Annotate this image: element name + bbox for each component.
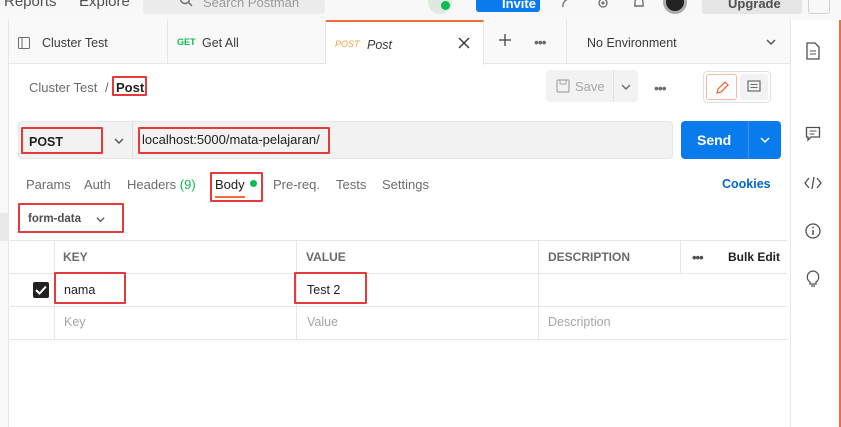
invite-label: Invite [502,0,536,11]
body-active-dot [250,180,257,187]
tab-headers-label: Headers [127,177,177,192]
breadcrumb-current[interactable]: Post [116,80,144,95]
tab-params[interactable]: Params [26,177,71,192]
table-border [10,306,787,307]
avatar[interactable] [663,0,687,14]
tab-body[interactable]: Body [215,177,245,192]
sync-status-icon[interactable] [428,0,452,14]
edit-mode-button[interactable] [706,74,737,100]
app-header: Reports Explore Search Postman Invite Up… [0,0,841,20]
collection-icon [18,37,30,49]
chevron-down-icon[interactable] [113,135,125,147]
tab-post[interactable]: POST Post [326,20,484,65]
table-column-divider [538,240,539,339]
nav-explore[interactable]: Explore [79,0,130,10]
upgrade-label: Upgrade [728,0,781,11]
divider [748,121,749,159]
environment-label: No Environment [587,36,677,50]
new-value-input[interactable]: Value [307,315,338,329]
bell-icon[interactable] [632,0,646,10]
table-border [10,339,787,340]
bulk-edit-button[interactable]: Bulk Edit [728,250,780,264]
breadcrumb-separator: / [105,80,109,95]
documentation-mode-button[interactable] [740,74,768,100]
column-header-value: VALUE [306,250,346,264]
header-more-button[interactable] [808,0,830,14]
close-icon[interactable] [457,36,471,50]
tab-name: Post [367,38,393,52]
nav-reports[interactable]: Reports [4,0,57,10]
gear-icon[interactable] [596,0,610,10]
search-icon [179,0,193,7]
chevron-down-icon[interactable] [759,134,771,146]
method-select[interactable]: POST [29,135,63,149]
url-input[interactable]: localhost:5000/mata-pelajaran/ [142,132,320,147]
cookies-link[interactable]: Cookies [722,177,771,191]
info-icon[interactable] [805,223,821,239]
table-more-icon[interactable]: ••• [692,250,704,265]
table-column-divider [296,240,297,339]
tab-prereq[interactable]: Pre-req. [273,177,320,192]
search-bar[interactable]: Search Postman [143,0,325,14]
view-mode-toggle [703,71,771,103]
table-border [10,273,787,274]
send-button[interactable]: Send [681,121,781,159]
tabs-more-icon[interactable]: ••• [534,34,547,50]
tab-tests[interactable]: Tests [336,177,366,192]
headers-count: (9) [179,177,196,192]
send-label: Send [697,132,732,148]
tab-auth[interactable]: Auth [84,177,111,192]
save-icon [556,79,570,93]
tab-name: Cluster Test [42,36,108,50]
comments-icon[interactable] [805,126,821,142]
chevron-down-icon [766,39,776,45]
save-label: Save [575,79,605,94]
pencil-icon [716,81,729,94]
right-sidebar [790,20,841,427]
tab-method-get: GET [177,37,196,47]
chevron-down-icon[interactable] [95,214,106,225]
comment-icon [747,80,761,92]
row-checkbox[interactable] [33,282,49,298]
tab-method-post: POST [335,39,360,49]
breadcrumb-parent[interactable]: Cluster Test [29,80,97,95]
checkmark-icon [35,285,47,295]
row-key-cell[interactable]: nama [64,283,95,297]
new-key-input[interactable]: Key [64,315,86,329]
divider [613,70,614,102]
body-type-select[interactable]: form-data [28,213,81,225]
tab-headers[interactable]: Headers (9) [127,177,196,192]
environment-selector[interactable]: No Environment [566,20,790,64]
divider [132,122,133,158]
code-icon[interactable] [804,175,822,191]
tab-cluster-test[interactable]: Cluster Test [0,20,168,64]
satellite-icon[interactable] [560,0,574,10]
request-url-bar: POST localhost:5000/mata-pelajaran/ [18,121,673,159]
active-tab-underline [215,196,245,198]
lightbulb-icon[interactable] [805,270,821,288]
tab-get-all[interactable]: GET Get All [168,20,326,64]
search-placeholder: Search Postman [203,0,300,10]
column-header-description: DESCRIPTION [548,250,631,264]
row-value-cell[interactable]: Test 2 [307,283,340,297]
chevron-down-icon[interactable] [620,81,632,93]
table-column-divider [680,240,681,273]
request-more-icon[interactable]: ••• [654,80,667,96]
tab-settings[interactable]: Settings [382,177,429,192]
documentation-icon[interactable] [805,42,821,60]
tab-name: Get All [202,36,239,50]
new-description-input[interactable]: Description [548,315,611,329]
table-border [10,240,787,241]
save-button[interactable]: Save [546,70,638,102]
invite-button[interactable]: Invite [476,0,540,12]
upgrade-button[interactable]: Upgrade [702,0,802,14]
left-sidebar-marker [0,213,9,241]
tab-bar: Cluster Test GET Get All POST Post ••• N… [0,20,790,65]
new-tab-icon[interactable] [498,33,512,47]
column-header-key: KEY [63,250,88,264]
table-column-divider [54,240,55,339]
